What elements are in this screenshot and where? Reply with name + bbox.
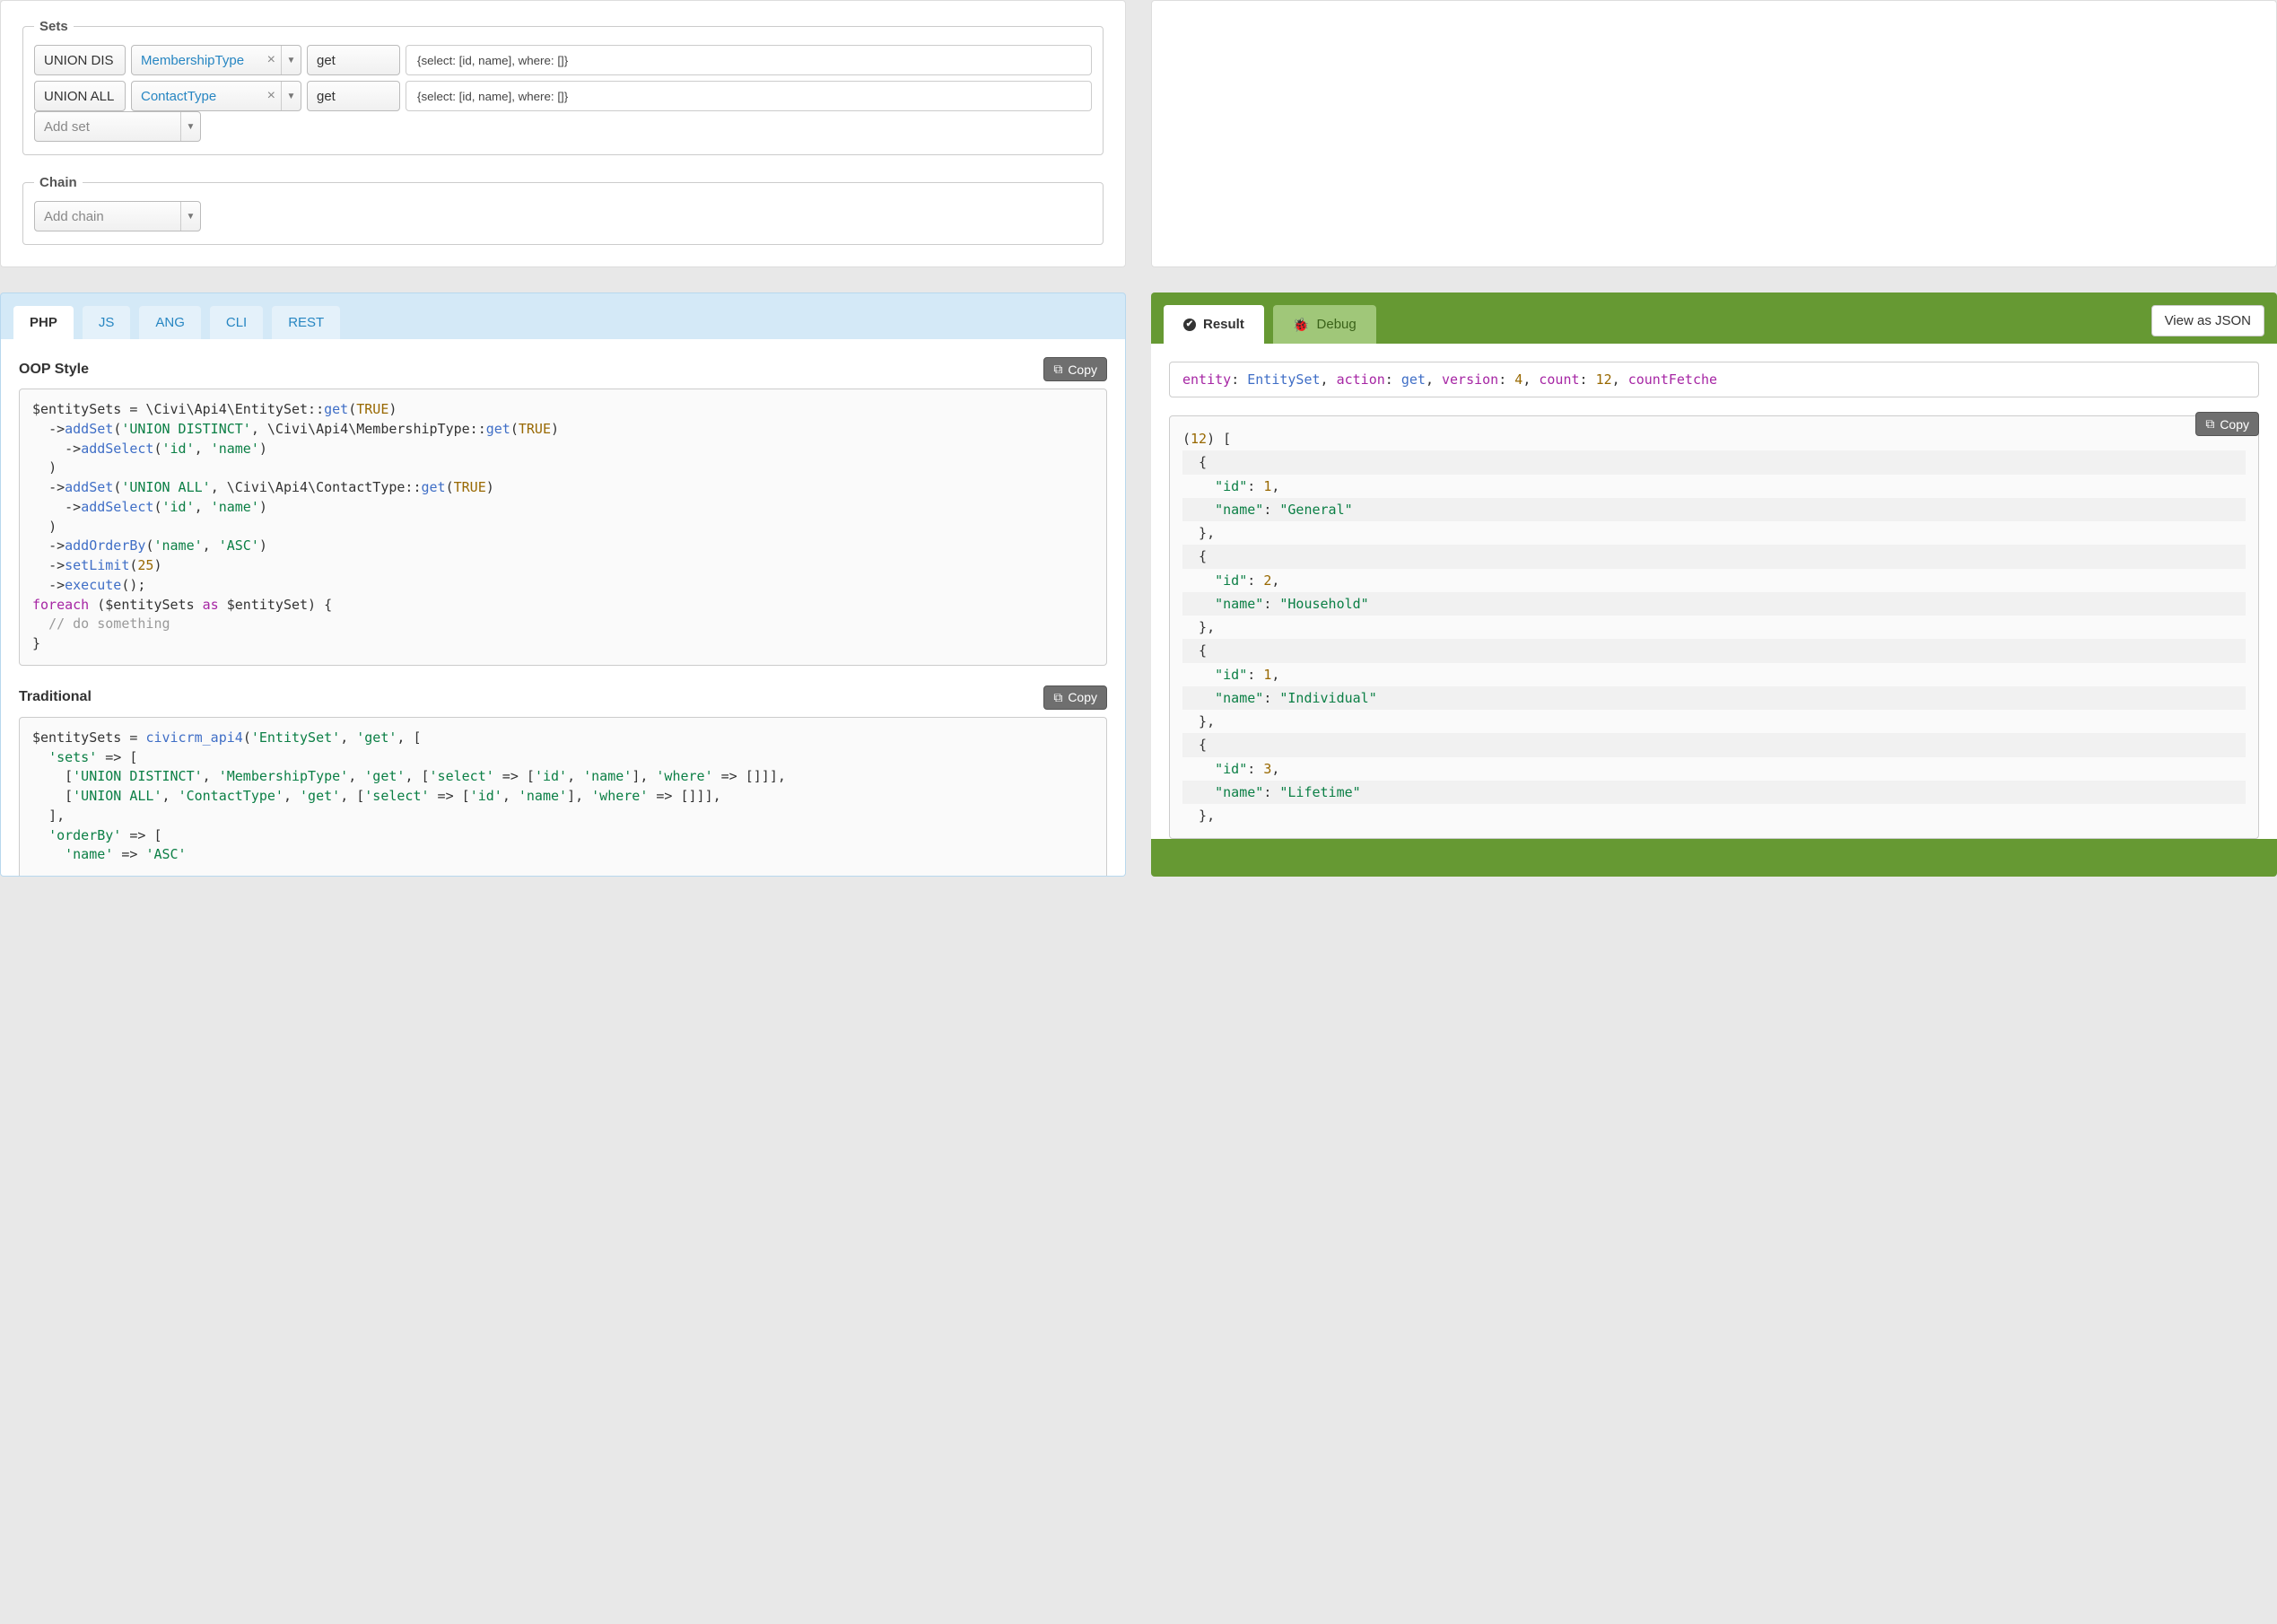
tab-cli[interactable]: CLI (210, 306, 263, 339)
close-icon[interactable]: × (262, 52, 281, 68)
copy-oop-button[interactable]: ⧉ Copy (1043, 357, 1107, 381)
result-card: ✔ Result 🐞 Debug View as JSON entity: En… (1151, 292, 2277, 877)
add-chain-placeholder: Add chain (35, 209, 113, 224)
view-as-json-button[interactable]: View as JSON (2151, 305, 2264, 336)
tab-debug[interactable]: 🐞 Debug (1273, 305, 1376, 344)
copy-icon: ⧉ (2205, 416, 2214, 432)
add-set-placeholder: Add set (35, 119, 99, 135)
set-entity-select[interactable]: MembershipType×▼ (131, 45, 301, 75)
result-meta-bar: entity: EntitySet, action: get, version:… (1169, 362, 2259, 397)
chevron-down-icon: ▼ (180, 112, 200, 141)
code-tabs: PHP JSANG CLI REST (1, 293, 1125, 339)
chevron-down-icon: ▼ (180, 202, 200, 231)
add-chain-select[interactable]: Add chain ▼ (34, 201, 201, 231)
chevron-down-icon: ▼ (281, 46, 301, 74)
set-entity-select[interactable]: ContactType×▼ (131, 81, 301, 111)
set-params-input[interactable] (406, 81, 1092, 111)
set-action-select[interactable]: get (307, 45, 400, 75)
chevron-down-icon: ▼ (281, 82, 301, 110)
side-panel (1151, 0, 2277, 267)
copy-icon: ⧉ (1053, 690, 1062, 705)
code-card: PHP JSANG CLI REST OOP Style ⧉ Copy $entity… (0, 292, 1126, 877)
sets-fieldset: Sets UNION DISMembershipType×▼get UNION A… (22, 19, 1104, 155)
bug-icon: 🐞 (1293, 317, 1310, 333)
chain-legend: Chain (34, 175, 83, 190)
add-set-select[interactable]: Add set ▼ (34, 111, 201, 142)
tab-result[interactable]: ✔ Result (1164, 305, 1264, 344)
copy-result-button[interactable]: ⧉ Copy (2195, 412, 2259, 436)
tab-rest[interactable]: REST (272, 306, 340, 339)
chain-fieldset: Chain Add chain ▼ (22, 175, 1104, 245)
tab-js[interactable]: JS (83, 306, 131, 339)
set-action-select[interactable]: get (307, 81, 400, 111)
check-icon: ✔ (1183, 319, 1196, 331)
set-op-select[interactable]: UNION ALL (34, 81, 126, 111)
result-json-block[interactable]: (12) [ { "id": 1, "name": "General" }, {… (1169, 415, 2259, 839)
trad-title: Traditional (19, 689, 92, 705)
close-icon[interactable]: × (262, 88, 281, 104)
oop-title: OOP Style (19, 362, 89, 378)
sets-legend: Sets (34, 19, 74, 34)
set-op-select[interactable]: UNION DIS (34, 45, 126, 75)
copy-trad-button[interactable]: ⧉ Copy (1043, 685, 1107, 710)
tab-ang[interactable]: ANG (139, 306, 201, 339)
oop-code-block[interactable]: $entitySets = \Civi\Api4\EntitySet::get(… (19, 389, 1107, 666)
copy-icon: ⧉ (1053, 362, 1062, 377)
tab-php[interactable]: PHP (13, 306, 74, 339)
trad-code-block[interactable]: $entitySets = civicrm_api4('EntitySet', … (19, 717, 1107, 876)
query-builder-card: Sets UNION DISMembershipType×▼get UNION A… (0, 0, 1126, 267)
set-params-input[interactable] (406, 45, 1092, 75)
